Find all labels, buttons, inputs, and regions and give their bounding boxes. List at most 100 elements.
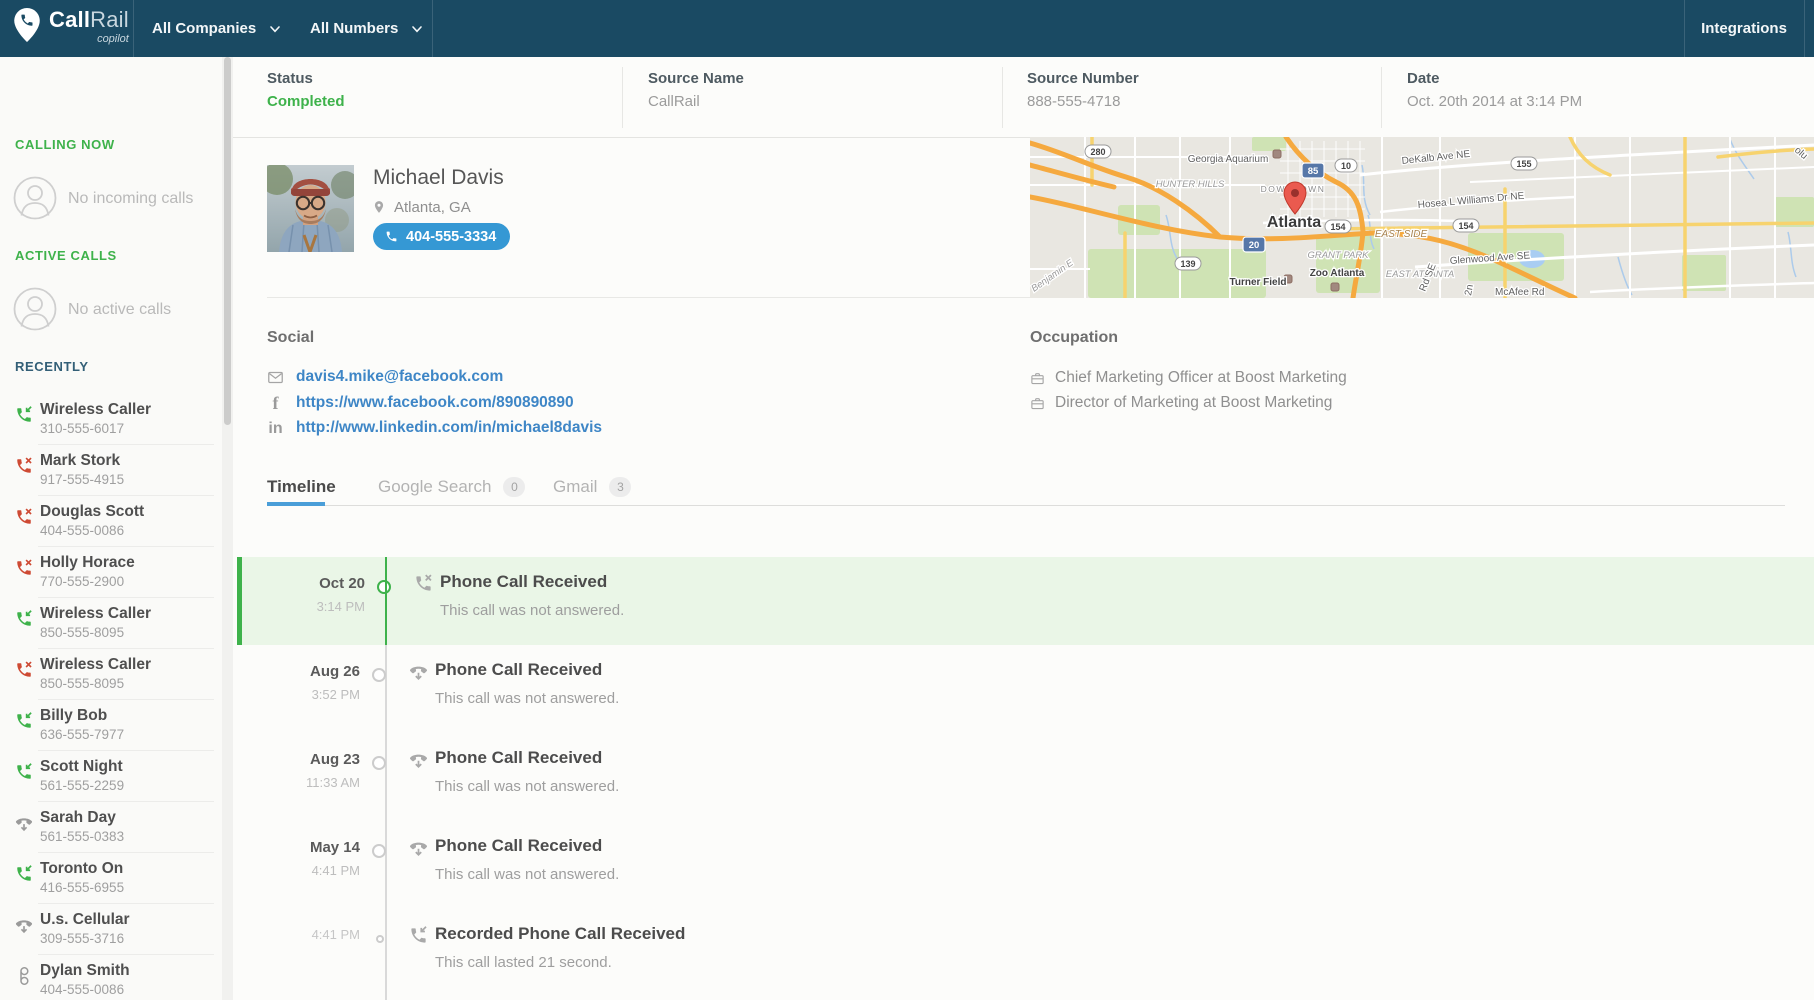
route-shield-155: 155 [1516,159,1531,169]
recently-heading: RECENTLY [15,359,89,374]
timeline-entry[interactable]: Oct 20 3:14 PM Phone Call Received This … [237,557,1814,645]
recent-call-item[interactable]: Sarah Day 561-555-0383 [0,809,222,853]
incoming-call-icon [409,926,428,945]
companies-dropdown[interactable]: All Companies [152,0,281,57]
recent-call-item[interactable]: Dylan Smith 404-555-0086 [0,962,222,1000]
tab-timeline-label: Timeline [267,477,336,497]
caller-number: 416-555-6955 [40,880,124,895]
caller-number: 850-555-8095 [40,625,124,640]
social-link-linkedin[interactable]: in http://www.linkedin.com/in/michael8da… [267,419,602,437]
column-divider [622,67,623,128]
list-divider [38,495,214,496]
facebook-link: https://www.facebook.com/890890890 [296,394,574,412]
brand-subtitle: copilot [49,33,129,45]
entry-time: 3:14 PM [285,599,365,614]
tab-gmail[interactable]: Gmail 3 [553,477,631,497]
caller-name: Dylan Smith [40,962,130,980]
timeline-entry[interactable]: Aug 26 3:52 PM Phone Call Received This … [237,645,1814,733]
recent-call-item[interactable]: U.s. Cellular 309-555-3716 [0,911,222,955]
calls-sidebar: CALLING NOW No incoming calls ACTIVE CAL… [0,57,222,1000]
recent-call-item[interactable]: Holly Horace 770-555-2900 [0,554,222,598]
occupation-text: Chief Marketing Officer at Boost Marketi… [1055,369,1347,387]
integrations-link[interactable]: Integrations [1684,0,1804,57]
brand-name-light: Rail [90,7,129,32]
tab-timeline[interactable]: Timeline [267,477,336,497]
location-map[interactable]: Georgia Aquarium HUNTER HILLS DeKalb Ave… [1030,137,1814,298]
map-label-zoo-atlanta: Zoo Atlanta [1310,268,1365,279]
recent-call-item[interactable]: Scott Night 561-555-2259 [0,758,222,802]
source-name-value: CallRail [648,93,744,110]
entry-description: This call lasted 21 second. [435,954,612,971]
column-divider [1381,67,1382,128]
recent-call-item[interactable]: Toronto On 416-555-6955 [0,860,222,904]
contact-name: Michael Davis [373,166,504,190]
caller-number: 561-555-2259 [40,778,124,793]
incoming-call-icon [15,610,33,628]
timeline-entry[interactable]: May 14 4:41 PM Phone Call Received This … [237,821,1814,909]
timeline-entry[interactable]: 4:41 PM Recorded Phone Call Received Thi… [237,909,1814,997]
recent-call-item[interactable]: Wireless Caller 850-555-8095 [0,656,222,700]
caller-number: 770-555-2900 [40,574,124,589]
abandoned-call-icon [409,662,428,681]
incoming-call-icon [15,763,33,781]
tab-google-search-badge: 0 [503,477,525,497]
callrail-pin-icon [14,8,40,42]
sidebar-scrollbar-thumb[interactable] [224,57,231,425]
caller-number: 310-555-6017 [40,421,124,436]
missed-call-icon [15,559,33,577]
map-label-mcafee: McAfee Rd [1495,287,1544,298]
recent-call-item[interactable]: Billy Bob 636-555-7977 [0,707,222,751]
caller-number: 850-555-8095 [40,676,124,691]
caller-number: 309-555-3716 [40,931,124,946]
map-label-georgia-aquarium: Georgia Aquarium [1188,154,1269,165]
caller-name: Scott Night [40,758,123,776]
app-logo[interactable]: CallRail copilot [14,8,129,45]
list-divider [38,852,214,853]
source-name-label: Source Name [648,70,744,87]
chevron-down-icon [269,25,281,33]
nav-divider [133,0,134,57]
recent-call-item[interactable]: Wireless Caller 850-555-8095 [0,605,222,649]
recent-call-item[interactable]: Wireless Caller 310-555-6017 [0,401,222,445]
map-label-turner-field: Turner Field [1229,277,1286,288]
contact-photo [267,165,354,252]
status-value: Completed [267,93,345,110]
occupation-heading: Occupation [1030,329,1118,347]
route-shield-280: 280 [1090,147,1105,157]
missed-call-icon [15,661,33,679]
route-shield-139: 139 [1180,259,1195,269]
occupation-item: Chief Marketing Officer at Boost Marketi… [1030,369,1347,387]
recent-call-item[interactable]: Douglas Scott 404-555-0086 [0,503,222,547]
social-heading: Social [267,329,314,347]
social-link-email[interactable]: davis4.mike@facebook.com [267,368,503,386]
list-divider [38,546,214,547]
caller-number: 404-555-0086 [40,523,124,538]
entry-date: Oct 20 [285,575,365,592]
missed-call-icon [15,457,33,475]
incoming-call-icon [15,712,33,730]
entry-description: This call was not answered. [440,602,624,619]
entry-time: 4:41 PM [280,927,360,942]
tab-google-search[interactable]: Google Search 0 [378,477,525,497]
facebook-icon: f [273,395,279,412]
route-shield-154: 154 [1330,222,1345,232]
entry-description: This call was not answered. [435,690,619,707]
list-divider [38,648,214,649]
list-divider [38,444,214,445]
location-text: Atlanta, GA [394,199,471,216]
nav-divider [432,0,433,57]
entry-time: 3:52 PM [280,687,360,702]
person-avatar-icon [13,176,57,220]
brand-text: CallRail copilot [49,8,129,45]
timeline-entry[interactable]: Aug 23 11:33 AM Phone Call Received This… [237,733,1814,821]
map-label-east-atlanta: EAST ATLANTA [1386,269,1454,280]
email-link: davis4.mike@facebook.com [296,368,503,386]
numbers-dropdown[interactable]: All Numbers [310,0,423,57]
active-calls-heading: ACTIVE CALLS [15,248,117,263]
recent-call-item[interactable]: Mark Stork 917-555-4915 [0,452,222,496]
caller-number: 917-555-4915 [40,472,124,487]
contact-location: Atlanta, GA [372,198,471,216]
social-link-facebook[interactable]: f https://www.facebook.com/890890890 [267,394,574,412]
caller-name: Billy Bob [40,707,107,725]
contact-phone-button[interactable]: 404-555-3334 [373,223,510,250]
